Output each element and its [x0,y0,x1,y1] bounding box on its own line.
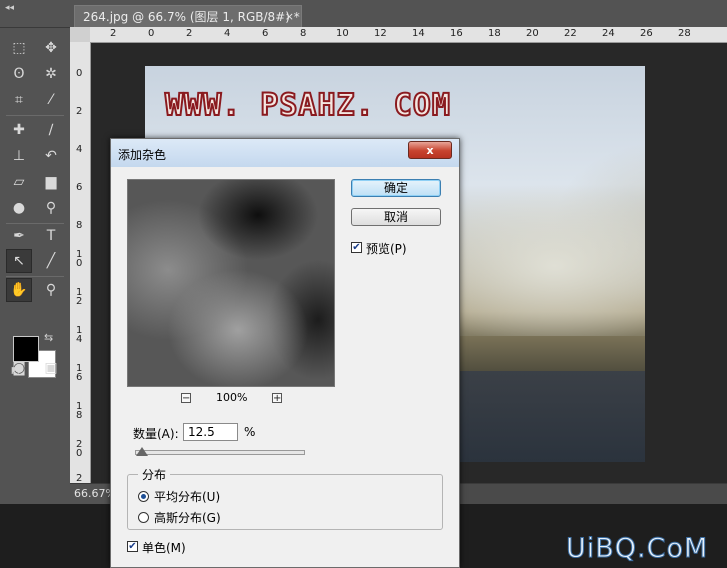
distribution-group: 分布 平均分布(U) 高斯分布(G) [127,466,443,530]
ruler-tick-label: 8 [76,220,83,231]
ruler-tick-label: 22 [564,28,577,39]
ruler-tick-label: 6 [262,28,269,39]
clone-stamp-tool-icon[interactable]: ⊥ [6,144,32,168]
toolbox-divider [6,276,64,277]
ruler-tick-label: 2 [110,28,117,39]
ruler-tick-label: 4 [224,28,231,39]
distribution-legend: 分布 [138,466,171,483]
ruler-tick-label: 2 [186,28,193,39]
ruler-corner [70,27,90,42]
ruler-tick-label: 0 [76,68,83,79]
site-logo: UiBQ.CoM [565,533,709,565]
amount-label: 数量(A): [133,427,179,441]
screen-mode-icon[interactable]: ▣ [38,356,64,380]
brush-tool-icon[interactable]: ∕ [38,118,64,142]
vertical-ruler: 0 2 4 6 8 1 0 1 2 1 4 1 6 1 8 2 0 2 2 [70,42,91,483]
gradient-tool-icon[interactable]: ▆ [38,170,64,194]
ruler-tick-label: 28 [678,28,691,39]
swap-colors-icon[interactable]: ⇆ [44,331,53,344]
rectangular-marquee-tool-icon[interactable]: ⬚ [6,36,32,60]
uniform-radio-label: 平均分布(U) [154,490,221,504]
ruler-tick-label: 2 [76,106,83,117]
ruler-tick-label: 0 [148,28,155,39]
toolbox-divider [6,115,64,116]
preview-zoom-level: 100% [216,391,248,404]
ruler-tick-label: 1 0 [76,249,83,269]
crop-tool-icon[interactable]: ⌗ [6,88,32,112]
eyedropper-tool-icon[interactable]: ⁄ [38,88,64,112]
magic-wand-tool-icon[interactable]: ✲ [38,62,64,86]
ruler-tick-label: 2 0 [76,439,83,459]
watermark-text: WWW. PSAHZ. COM [164,87,451,124]
amount-slider-thumb[interactable] [136,447,149,456]
dialog-close-button[interactable]: x [408,141,452,159]
preview-checkbox[interactable]: ✔ [351,242,362,253]
close-tab-icon[interactable]: × [285,6,294,28]
document-tab-bar: ◂◂ 264.jpg @ 66.7% (图层 1, RGB/8#) * × [0,0,727,28]
ruler-tick-label: 26 [640,28,653,39]
line-tool-icon[interactable]: ╱ [38,249,64,273]
type-tool-icon[interactable]: T [38,224,64,248]
ruler-tick-label: 4 [76,144,83,155]
gaussian-radio-label: 高斯分布(G) [154,511,221,525]
ruler-tick-label: 1 2 [76,287,83,307]
pen-tool-icon[interactable]: ✒ [6,224,32,248]
add-noise-dialog: 添加杂色 x − 100% + 确定 取消 ✔ 预览(P) 数量(A): 12.… [110,138,460,568]
toolbox: ⬚ ✥ ʘ ✲ ⌗ ⁄ ✚ ∕ ⊥ ↶ ▱ ▆ ● ⚲ ✒ T ↖ ╱ ✋ ⚲ … [0,28,71,508]
dialog-title: 添加杂色 [118,148,167,162]
amount-slider-track[interactable] [135,450,305,455]
amount-input[interactable]: 12.5 [183,423,238,441]
ruler-tick-label: 1 8 [76,401,83,421]
ruler-tick-label: 12 [374,28,387,39]
ruler-tick-label: 1 4 [76,325,83,345]
amount-unit: % [244,425,256,439]
monochrome-checkbox[interactable]: ✔ [127,541,138,552]
ruler-tick-label: 14 [412,28,425,39]
eraser-tool-icon[interactable]: ▱ [6,170,32,194]
noise-preview-image[interactable] [127,179,335,387]
ruler-tick-label: 2 2 [76,473,83,484]
preview-checkbox-label: 预览(P) [366,242,407,256]
gaussian-radio[interactable] [138,512,149,523]
move-tool-icon[interactable]: ✥ [38,36,64,60]
horizontal-ruler: 2 0 2 4 6 8 10 12 14 16 18 20 22 24 26 2… [90,27,727,43]
monochrome-checkbox-label: 单色(M) [142,541,186,555]
path-selection-tool-icon[interactable]: ↖ [6,249,32,273]
ruler-tick-label: 16 [450,28,463,39]
lasso-tool-icon[interactable]: ʘ [6,62,32,86]
ruler-tick-label: 1 6 [76,363,83,383]
zoom-tool-icon[interactable]: ⚲ [38,278,64,302]
dialog-titlebar[interactable]: 添加杂色 x [111,139,459,167]
foreground-color-swatch[interactable] [13,336,39,362]
ok-button[interactable]: 确定 [351,179,441,197]
history-brush-tool-icon[interactable]: ↶ [38,144,64,168]
dodge-tool-icon[interactable]: ⚲ [38,196,64,220]
ruler-tick-label: 18 [488,28,501,39]
healing-brush-tool-icon[interactable]: ✚ [6,118,32,142]
blur-tool-icon[interactable]: ● [6,196,32,220]
document-tab-title: 264.jpg @ 66.7% (图层 1, RGB/8#) * [83,10,300,24]
hand-tool-icon[interactable]: ✋ [6,278,32,302]
document-tab[interactable]: 264.jpg @ 66.7% (图层 1, RGB/8#) * × [74,5,302,27]
ruler-tick-label: 20 [526,28,539,39]
uniform-radio[interactable] [138,491,149,502]
zoom-out-button[interactable]: − [181,393,191,404]
ruler-tick-label: 6 [76,182,83,193]
ruler-tick-label: 24 [602,28,615,39]
zoom-in-button[interactable]: + [272,393,282,404]
collapse-panels-icon[interactable]: ◂◂ [5,3,14,13]
cancel-button[interactable]: 取消 [351,208,441,226]
ruler-tick-label: 8 [300,28,307,39]
ruler-tick-label: 10 [336,28,349,39]
